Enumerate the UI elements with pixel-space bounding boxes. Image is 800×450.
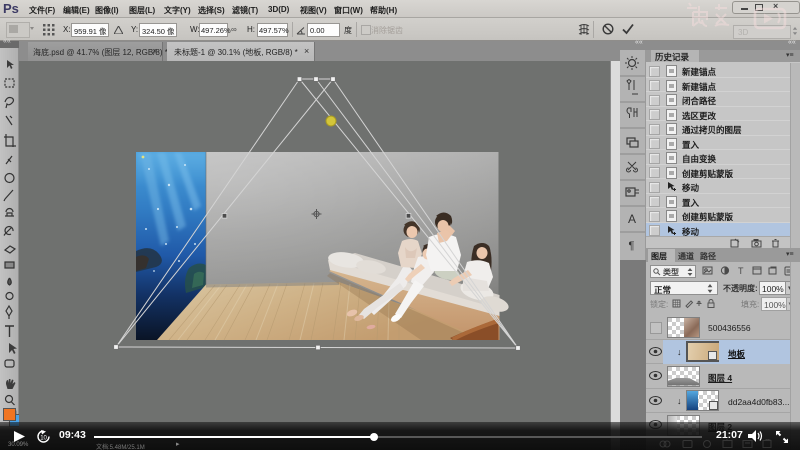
- svg-text:10: 10: [40, 436, 47, 442]
- svg-text:T: T: [738, 266, 744, 276]
- svg-text:¶: ¶: [629, 240, 635, 252]
- svg-text:A: A: [628, 212, 636, 226]
